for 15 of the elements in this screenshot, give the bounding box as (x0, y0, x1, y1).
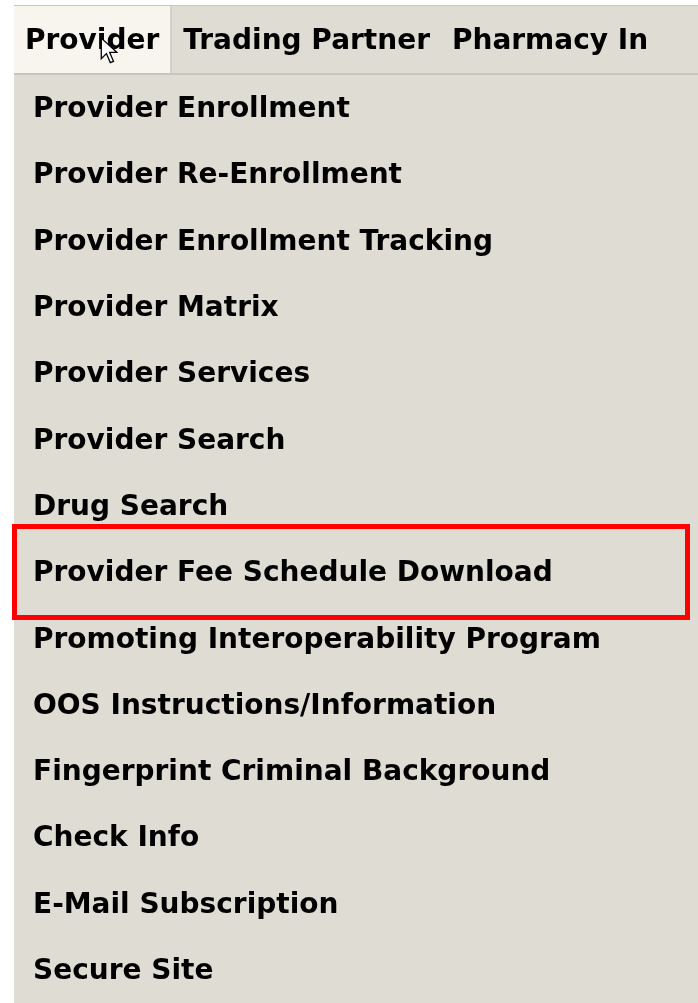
menu-item[interactable]: Provider Services (14, 340, 690, 407)
menu-item[interactable]: OOS Instructions/Information (14, 671, 690, 738)
menu-item[interactable]: Fingerprint Criminal Background (14, 737, 690, 805)
menu-item[interactable]: Provider Enrollment (14, 75, 690, 142)
menu-item[interactable]: Provider Re-Enrollment (14, 141, 690, 208)
menu-tab[interactable]: Trading Partner (172, 6, 441, 73)
menu-item[interactable]: Provider Enrollment Tracking (14, 207, 690, 274)
menu-item[interactable]: Provider Matrix (14, 273, 690, 341)
menu-item[interactable]: Provider Fee Schedule Download (12, 524, 690, 621)
menu-tab[interactable]: Provider (14, 6, 173, 73)
menu-tab[interactable]: Pharmacy In (440, 6, 660, 73)
menu-item[interactable]: E-Mail Subscription (14, 870, 690, 937)
menu-item[interactable]: Secure Site (14, 936, 690, 1003)
menu-item[interactable]: Provider Search (14, 406, 690, 473)
menu-item[interactable]: Check Info (14, 804, 690, 871)
